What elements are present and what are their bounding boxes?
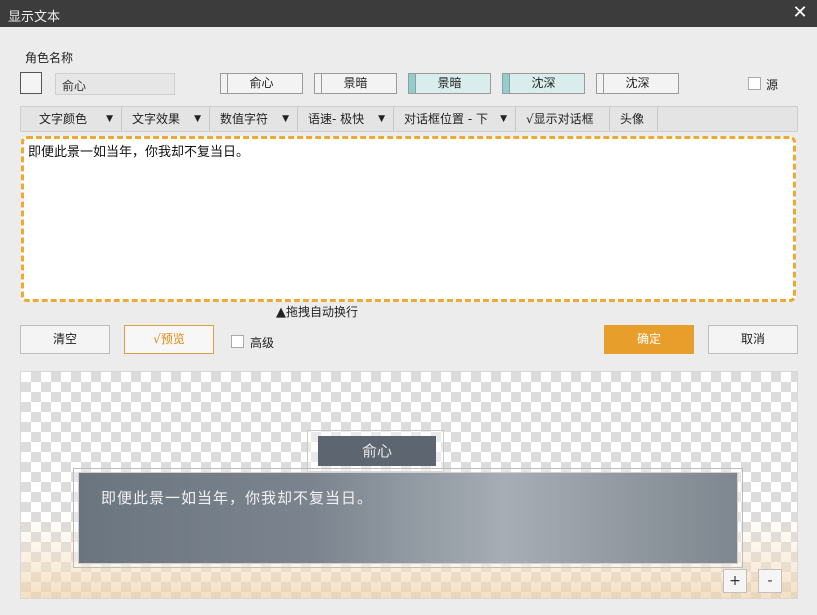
zoom-out-button[interactable]: - bbox=[758, 569, 782, 593]
toolbar-item-label: 文字颜色 bbox=[39, 112, 88, 126]
dropdown-arrow-icon: ▼ bbox=[378, 114, 385, 124]
preview-dialog-text: 即便此景一如当年，你我却不复当日。 bbox=[101, 489, 374, 507]
preview-area: 俞心 即便此景一如当年，你我却不复当日。 + - bbox=[20, 371, 798, 599]
preview-dialog-box: 即便此景一如当年，你我却不复当日。 bbox=[73, 468, 743, 568]
role-button-marker bbox=[221, 74, 228, 93]
role-button-jingan-2[interactable]: 景暗 bbox=[408, 73, 491, 94]
role-button-label: 景暗 bbox=[343, 76, 368, 90]
preview-dialog-inner: 即便此景一如当年，你我却不复当日。 bbox=[78, 472, 738, 564]
advanced-checkbox[interactable] bbox=[231, 335, 244, 348]
toolbar-item-label: 语速- 极快 bbox=[308, 112, 365, 126]
cancel-button[interactable]: 取消 bbox=[708, 325, 798, 354]
drag-resize-handle[interactable]: ▲拖拽自动换行 bbox=[276, 303, 358, 320]
role-button-label: 沈深 bbox=[531, 76, 556, 90]
speech-speed-dropdown[interactable]: 语速- 极快 ▼ bbox=[298, 107, 394, 131]
dropdown-arrow-icon: ▼ bbox=[282, 114, 289, 124]
close-icon[interactable]: ✕ bbox=[790, 3, 810, 23]
text-toolbar: 文字颜色 ▼ 文字效果 ▼ 数值字符 ▼ 语速- 极快 ▼ 对话框位置 - 下 … bbox=[20, 106, 798, 132]
source-label: 源 bbox=[766, 78, 779, 92]
role-name-label: 角色名称 bbox=[25, 51, 74, 65]
dialog-position-dropdown[interactable]: 对话框位置 - 下 ▼ bbox=[394, 107, 516, 131]
numeric-char-dropdown[interactable]: 数值字符 ▼ bbox=[210, 107, 298, 131]
preview-button[interactable]: √预览 bbox=[124, 325, 214, 354]
preview-name-text: 俞心 bbox=[318, 436, 436, 466]
editor-text: 即便此景一如当年，你我却不复当日。 bbox=[28, 145, 250, 160]
toolbar-item-label: 头像 bbox=[620, 112, 645, 126]
title-bar: 显示文本 ✕ bbox=[0, 0, 817, 27]
role-button-marker bbox=[315, 74, 322, 93]
toolbar-item-label: √显示对话框 bbox=[526, 112, 594, 126]
confirm-button[interactable]: 确定 bbox=[604, 325, 694, 354]
role-button-yuxin[interactable]: 俞心 bbox=[220, 73, 303, 94]
role-name-field[interactable]: 俞心 bbox=[55, 73, 175, 95]
role-button-shenshen-1[interactable]: 沈深 bbox=[502, 73, 585, 94]
role-button-jingan-1[interactable]: 景暗 bbox=[314, 73, 397, 94]
text-color-dropdown[interactable]: 文字颜色 ▼ bbox=[21, 107, 122, 131]
source-checkbox[interactable] bbox=[748, 77, 761, 90]
clear-button[interactable]: 清空 bbox=[20, 325, 110, 354]
role-button-shenshen-2[interactable]: 沈深 bbox=[596, 73, 679, 94]
role-button-marker bbox=[503, 74, 510, 93]
text-effect-dropdown[interactable]: 文字效果 ▼ bbox=[122, 107, 210, 131]
toolbar-item-label: 数值字符 bbox=[220, 112, 269, 126]
role-button-marker bbox=[409, 74, 416, 93]
text-editor[interactable]: 即便此景一如当年，你我却不复当日。 bbox=[21, 136, 796, 302]
dropdown-arrow-icon: ▼ bbox=[106, 114, 113, 124]
show-dialog-toggle[interactable]: √显示对话框 bbox=[516, 107, 610, 131]
zoom-in-button[interactable]: + bbox=[723, 569, 747, 593]
avatar-button[interactable]: 头像 bbox=[610, 107, 658, 131]
dropdown-arrow-icon: ▼ bbox=[194, 114, 201, 124]
drag-hint-label: 拖拽自动换行 bbox=[286, 305, 359, 319]
role-color-swatch[interactable] bbox=[20, 72, 42, 94]
toolbar-item-label: 文字效果 bbox=[132, 112, 181, 126]
role-button-label: 俞心 bbox=[249, 76, 274, 90]
triangle-up-icon: ▲ bbox=[276, 305, 286, 320]
toolbar-item-label: 对话框位置 - 下 bbox=[404, 112, 488, 126]
preview-name-tag: 俞心 bbox=[307, 430, 444, 472]
advanced-label: 高级 bbox=[250, 336, 275, 350]
role-button-label: 沈深 bbox=[625, 76, 650, 90]
window-title: 显示文本 bbox=[8, 10, 61, 25]
dropdown-arrow-icon: ▼ bbox=[500, 114, 507, 124]
role-button-label: 景暗 bbox=[437, 76, 462, 90]
role-button-marker bbox=[597, 74, 604, 93]
